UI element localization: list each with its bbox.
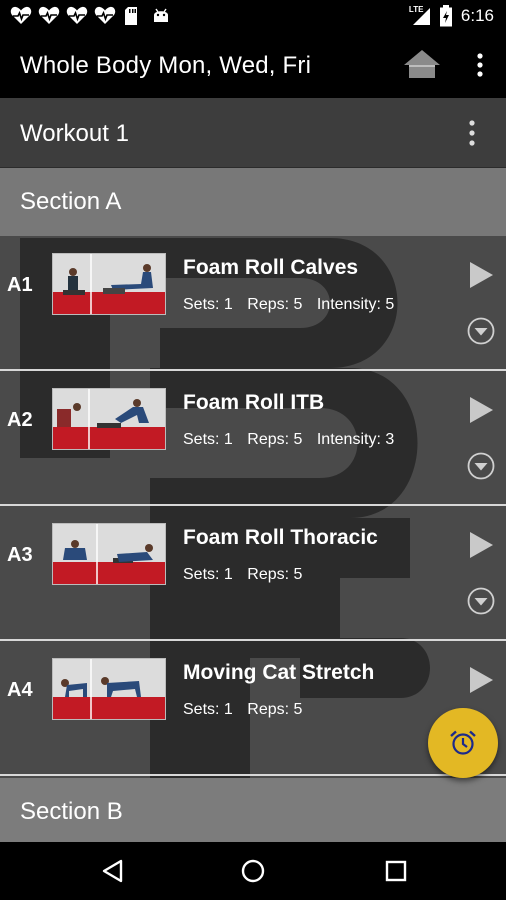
workout-title: Workout 1 — [20, 120, 129, 147]
heart-pulse-icon — [66, 6, 88, 24]
sets-value: Sets: 1 — [183, 296, 233, 313]
section-title: Section A — [20, 188, 122, 215]
more-vert-icon[interactable] — [462, 118, 482, 148]
workout-list[interactable]: Workout 1 Section A A1 Foam Roll Calves … — [0, 98, 506, 842]
android-icon — [154, 8, 168, 22]
recents-square-icon[interactable] — [384, 859, 408, 883]
exercise-stats: Sets: 1 Reps: 5 — [183, 701, 312, 719]
play-icon[interactable] — [466, 260, 496, 290]
battery-icon — [439, 5, 452, 27]
intensity-value: Intensity: 3 — [316, 431, 395, 448]
exercise-code: A3 — [7, 544, 33, 566]
exercise-thumbnail — [52, 253, 166, 315]
reps-value: Reps: 5 — [247, 566, 303, 583]
exercise-name: Moving Cat Stretch — [183, 661, 375, 684]
app-bar: Whole Body Mon, Wed, Fri — [0, 32, 506, 98]
exercise-thumbnail — [52, 388, 166, 450]
expand-circle-icon[interactable] — [466, 316, 496, 346]
section-title: Section B — [20, 798, 123, 825]
exercise-code: A2 — [7, 409, 33, 431]
reps-value: Reps: 5 — [247, 431, 303, 448]
heart-pulse-icon — [94, 6, 116, 24]
back-triangle-icon[interactable] — [100, 858, 126, 884]
system-nav-bar — [0, 842, 506, 900]
home-circle-icon[interactable] — [240, 858, 266, 884]
exercise-row[interactable]: A2 Foam Roll ITB Sets: 1 Reps: 5 Intensi… — [0, 371, 506, 506]
sets-value: Sets: 1 — [183, 566, 233, 583]
play-icon[interactable] — [466, 665, 496, 695]
app-title: Whole Body Mon, Wed, Fri — [20, 52, 312, 79]
exercise-code: A1 — [7, 274, 33, 296]
sd-card-icon — [125, 7, 137, 25]
reps-value: Reps: 5 — [247, 296, 303, 313]
exercise-stats: Sets: 1 Reps: 5 Intensity: 5 — [183, 296, 404, 314]
expand-circle-icon[interactable] — [466, 451, 496, 481]
timer-fab-button[interactable] — [428, 708, 498, 778]
exercise-thumbnail — [52, 523, 166, 585]
more-vert-icon[interactable] — [470, 50, 490, 80]
section-header-a[interactable]: Section A — [0, 168, 506, 236]
section-header-b[interactable]: Section B — [0, 778, 506, 842]
sets-value: Sets: 1 — [183, 431, 233, 448]
workout-header[interactable]: Workout 1 — [0, 98, 506, 168]
exercise-name: Foam Roll ITB — [183, 391, 325, 414]
heart-pulse-icon — [10, 6, 32, 24]
expand-circle-icon[interactable] — [466, 586, 496, 616]
alarm-clock-icon — [450, 730, 476, 755]
exercise-name: Foam Roll Thoracic — [183, 526, 378, 549]
intensity-value: Intensity: 5 — [316, 296, 395, 313]
exercise-row[interactable]: A1 Foam Roll Calves Sets: 1 Reps: 5 Inte… — [0, 236, 506, 371]
play-icon[interactable] — [466, 395, 496, 425]
home-icon[interactable] — [402, 48, 442, 80]
exercise-stats: Sets: 1 Reps: 5 Intensity: 3 — [183, 431, 404, 449]
reps-value: Reps: 5 — [247, 701, 303, 718]
exercise-row[interactable]: A3 Foam Roll Thoracic Sets: 1 Reps: 5 — [0, 506, 506, 641]
play-icon[interactable] — [466, 530, 496, 560]
cell-signal-icon: LTE — [409, 5, 431, 26]
notification-icons — [10, 6, 172, 26]
sets-value: Sets: 1 — [183, 701, 233, 718]
exercise-name: Foam Roll Calves — [183, 256, 359, 279]
system-status: LTE 6:16 — [409, 5, 494, 27]
exercise-code: A4 — [7, 679, 33, 701]
exercise-stats: Sets: 1 Reps: 5 — [183, 566, 312, 584]
clock: 6:16 — [460, 6, 494, 25]
exercise-thumbnail — [52, 658, 166, 720]
status-bar: LTE 6:16 — [0, 0, 506, 32]
heart-pulse-icon — [38, 6, 60, 24]
